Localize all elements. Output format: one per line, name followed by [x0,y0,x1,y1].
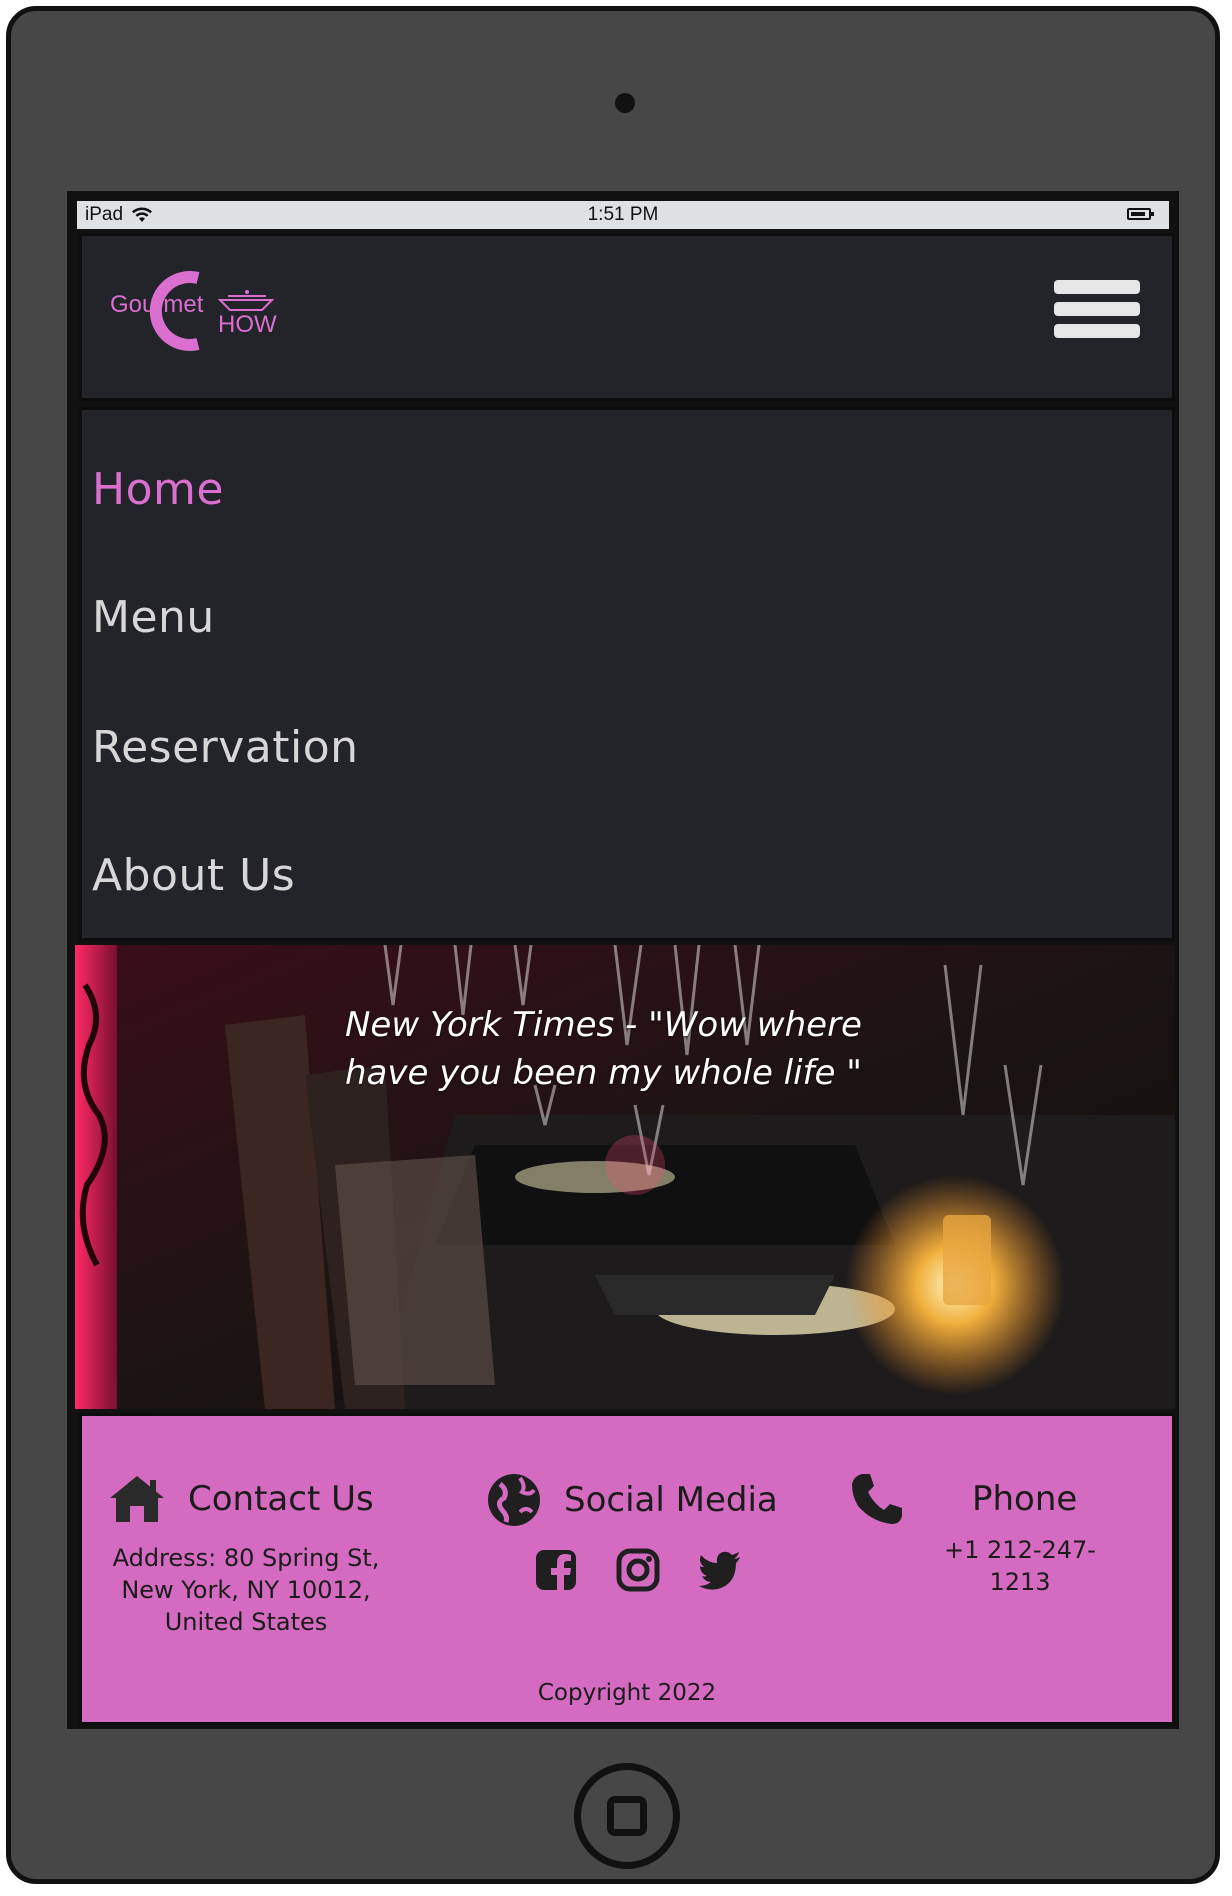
front-camera [615,93,635,113]
phone-section: Phone +1 212-247-1213 [850,1472,1140,1598]
brand-logo[interactable]: Gourmet HOW [110,264,280,356]
nav-item-reservation[interactable]: Reservation [92,722,359,773]
hero-quote-line-2: have you been my whole life " [345,1053,862,1093]
phone-number[interactable]: +1 212-247-1213 [920,1534,1120,1598]
menu-toggle-icon[interactable] [1054,280,1140,352]
home-icon [110,1476,164,1522]
logo-text-gourmet: Gourmet [110,291,204,318]
contact-address: Address: 80 Spring St, New York, NY 1001… [112,1544,380,1636]
main-nav: Home Menu Reservation About Us [79,407,1175,941]
battery-icon [1127,208,1154,220]
status-bar: iPad 1:51 PM [77,201,1169,229]
phone-icon [852,1474,902,1524]
screen: iPad 1:51 PM Gourmet HOW Home Menu Reser… [67,191,1179,1729]
contact-title: Contact Us [188,1479,374,1519]
hero-quote: New York Times - "Wow where have you bee… [345,1001,925,1097]
social-links [534,1548,786,1592]
social-section: Social Media [486,1472,786,1592]
facebook-icon[interactable] [534,1548,578,1592]
nav-item-home[interactable]: Home [92,464,224,515]
hero-banner: New York Times - "Wow where have you bee… [75,945,1175,1409]
status-time: 1:51 PM [587,204,659,225]
site-header: Gourmet HOW [79,233,1175,401]
tablet-frame: iPad 1:51 PM Gourmet HOW Home Menu Reser… [6,6,1220,1884]
nav-item-menu[interactable]: Menu [92,592,215,643]
device-home-button[interactable] [574,1763,680,1869]
contact-section: Contact Us Address: 80 Spring St, New Yo… [96,1474,396,1638]
nav-item-about-us[interactable]: About Us [92,850,295,901]
twitter-icon[interactable] [698,1548,742,1592]
instagram-icon[interactable] [616,1548,660,1592]
logo-text-how: HOW [218,311,277,338]
phone-title: Phone [972,1479,1078,1519]
site-footer: Contact Us Address: 80 Spring St, New Yo… [79,1413,1175,1725]
copyright: Copyright 2022 [537,1680,717,1706]
social-title: Social Media [564,1480,778,1520]
hero-quote-line-1: New York Times - "Wow where [345,1005,862,1045]
globe-icon [488,1474,540,1526]
